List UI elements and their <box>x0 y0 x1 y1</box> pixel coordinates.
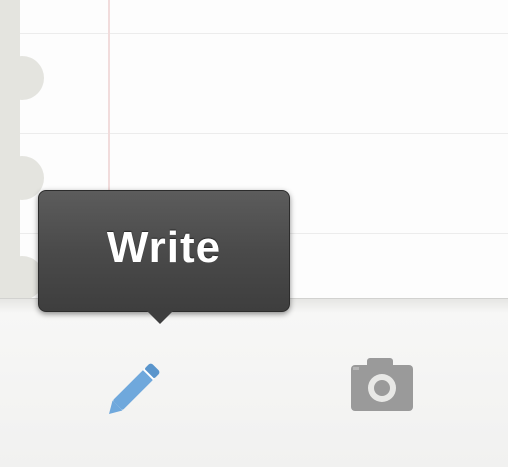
tooltip: Write <box>38 190 290 324</box>
bottom-tab-bar <box>0 298 508 467</box>
page-rule-line <box>0 33 508 34</box>
page-rule-line <box>0 133 508 134</box>
pencil-icon <box>109 363 160 414</box>
camera-icon <box>351 358 413 411</box>
tab-photo[interactable] <box>340 349 424 419</box>
tooltip-label: Write <box>106 223 222 272</box>
tab-write[interactable] <box>96 347 180 423</box>
binder-ring <box>0 56 44 100</box>
notebook-spine <box>0 0 20 298</box>
